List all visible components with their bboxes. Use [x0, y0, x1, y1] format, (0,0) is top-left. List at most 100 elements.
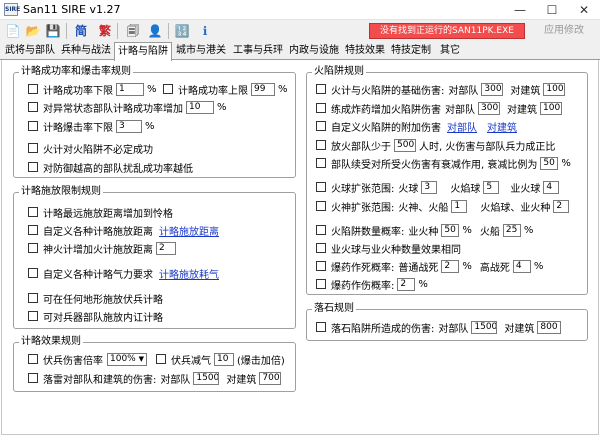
custom-cost-checkbox[interactable] [28, 268, 38, 278]
clipboard-icon[interactable]: 🗐 [124, 22, 142, 40]
trap-count-checkbox[interactable] [316, 225, 326, 235]
high-death-input[interactable]: 4 [512, 259, 531, 273]
success-high-row: 计略成功率上限 99 % [163, 82, 288, 97]
abnormal-bonus-checkbox[interactable] [28, 102, 38, 112]
death-rate-checkbox[interactable] [316, 261, 326, 271]
chaos-defense-checkbox[interactable] [28, 162, 38, 172]
cost-settings-link[interactable]: 计略施放耗气 [159, 266, 219, 281]
window-title: San11 SIRE v1.27 [23, 3, 121, 16]
custom-range-checkbox[interactable] [28, 225, 38, 235]
normal-death-input[interactable]: 2 [441, 259, 460, 273]
group-title: 计略效果规则 [21, 336, 81, 347]
combo-troop-input[interactable]: 300 [478, 101, 500, 115]
min-troop-checkbox[interactable] [316, 140, 326, 150]
crit-low-checkbox[interactable] [28, 121, 38, 131]
tab-troops-tactics[interactable]: 兵种与战法 [58, 44, 114, 59]
tab-strategy-traps[interactable]: 计略与陷阱 [114, 42, 172, 61]
ambush-rate-select[interactable]: 100% ▼ [107, 352, 147, 366]
fire-resist-input[interactable]: 50 [540, 156, 559, 170]
open-file-icon[interactable]: 📂 [24, 22, 42, 40]
thunder-row: 落雷对部队和建筑的伤害: 对部队 1500 对建筑 700 [28, 371, 284, 386]
shenhuo-range-checkbox[interactable] [28, 243, 38, 253]
combo-building-input[interactable]: 100 [540, 101, 562, 115]
close-button[interactable]: ✕ [568, 0, 600, 20]
new-file-icon[interactable]: 📄 [4, 22, 22, 40]
base-damage-checkbox[interactable] [316, 84, 326, 94]
god-spread-row: 火神扩张范围: 火神、火船 1 火焰球、业火种 2 [316, 199, 572, 214]
any-terrain-checkbox[interactable] [28, 293, 38, 303]
count-fire-input[interactable]: 50 [441, 223, 460, 237]
fire-resist-checkbox[interactable] [316, 158, 326, 168]
tab-domestic-facilities[interactable]: 内政与设施 [286, 44, 342, 59]
weapon-unit-checkbox[interactable] [28, 311, 38, 321]
fire-trap-checkbox[interactable] [28, 143, 38, 153]
success-high-checkbox[interactable] [163, 84, 173, 94]
custom-damage-checkbox[interactable] [316, 121, 326, 131]
max-range-row: 计略最远施放距离增加到怜格 [28, 205, 173, 220]
success-low-input[interactable]: 1 [116, 82, 144, 96]
tab-works-weapons[interactable]: 工事与兵玶 [230, 44, 286, 59]
group-title: 落石规则 [314, 303, 354, 314]
flame-fire-input[interactable]: 2 [553, 199, 570, 213]
tab-generals-units[interactable]: 武将与部队 [2, 44, 58, 59]
fireball-spread-checkbox[interactable] [316, 182, 326, 192]
toolbar-separator [66, 23, 67, 39]
min-troop-row: 放火部队少于 500 人时, 火伤害与部队兵力成正比 [316, 138, 555, 153]
rockfall-damage-checkbox[interactable] [316, 322, 326, 332]
info-icon[interactable]: ℹ [196, 22, 214, 40]
tab-skill-effects[interactable]: 特技效果 [342, 44, 388, 59]
custom-damage-row: 自定义火陷阱的附加伤害 对部队 对建筑 [316, 119, 517, 134]
fire-resist-row: 部队续受对所受火伤害有衰减作用, 衰减比例为 50 % [316, 156, 571, 171]
fire-input[interactable]: 4 [543, 180, 560, 194]
group-title: 火陷阱规则 [314, 66, 364, 77]
count-ship-input[interactable]: 25 [502, 223, 521, 237]
save-icon[interactable]: 💾 [44, 22, 62, 40]
max-range-checkbox[interactable] [28, 207, 38, 217]
fire-trap-row: 火计对火陷阱不必定成功 [28, 141, 153, 156]
success-high-input[interactable]: 99 [251, 82, 275, 96]
ambush-rate-row: 伏兵伤害倍率 100% ▼ [28, 352, 151, 367]
combo-damage-row: 练成炸药增加火陷阱伤害 对部队 300 对建筑 100 [316, 101, 565, 116]
injury-input[interactable]: 2 [397, 277, 416, 291]
same-effect-checkbox[interactable] [316, 243, 326, 253]
base-troop-input[interactable]: 300 [481, 82, 504, 96]
base-building-input[interactable]: 100 [543, 82, 566, 96]
combo-damage-checkbox[interactable] [316, 103, 326, 113]
rockfall-building-input[interactable]: 800 [537, 320, 562, 334]
ambush-qi-input[interactable]: 10 [214, 352, 234, 366]
tab-cities-ports[interactable]: 城市与港关 [172, 44, 230, 59]
custom-troop-link[interactable]: 对部队 [447, 119, 477, 134]
custom-building-link[interactable]: 对建筑 [487, 119, 517, 134]
flame-input[interactable]: 5 [483, 180, 500, 194]
range-settings-link[interactable]: 计略施放距离 [159, 223, 219, 238]
any-terrain-row: 可在任何地形施放伏兵计略 [28, 291, 163, 306]
calculator-icon[interactable]: 🔢 [173, 22, 191, 40]
thunder-troop-input[interactable]: 1500 [193, 371, 220, 385]
rockfall-troop-input[interactable]: 1500 [471, 320, 498, 334]
simplified-chinese-button[interactable]: 简 [72, 22, 90, 40]
injury-rate-row: 爆药作伤概率: 2 % [316, 277, 428, 292]
injury-rate-checkbox[interactable] [316, 279, 326, 289]
ambush-qi-checkbox[interactable] [156, 354, 166, 364]
crit-low-input[interactable]: 3 [116, 119, 142, 133]
maximize-button[interactable]: ☐ [536, 0, 568, 20]
god-ship-input[interactable]: 1 [451, 199, 468, 213]
success-low-checkbox[interactable] [28, 84, 38, 94]
god-spread-checkbox[interactable] [316, 201, 326, 211]
shenhuo-range-input[interactable]: 2 [156, 241, 176, 255]
traditional-chinese-button[interactable]: 繁 [96, 22, 114, 40]
apply-changes-button[interactable]: 应用修改 [534, 24, 594, 38]
fireball-input[interactable]: 3 [421, 180, 438, 194]
toolbar-separator [168, 23, 169, 39]
tab-other[interactable]: 其它 [434, 44, 466, 59]
ambush-rate-checkbox[interactable] [28, 354, 38, 364]
abnormal-bonus-input[interactable]: 10 [186, 100, 214, 114]
thunder-checkbox[interactable] [28, 373, 38, 383]
min-troop-input[interactable]: 500 [394, 138, 416, 152]
group-title: 计略成功率和爆击率规则 [21, 66, 131, 77]
general-face-icon[interactable]: 👤 [146, 22, 164, 40]
thunder-building-input[interactable]: 700 [259, 371, 282, 385]
minimize-button[interactable]: — [504, 0, 536, 20]
tab-skill-custom[interactable]: 特技定制 [388, 44, 434, 59]
ambush-qi-row: 伏兵减气 10 (爆击加倍) [156, 352, 285, 367]
